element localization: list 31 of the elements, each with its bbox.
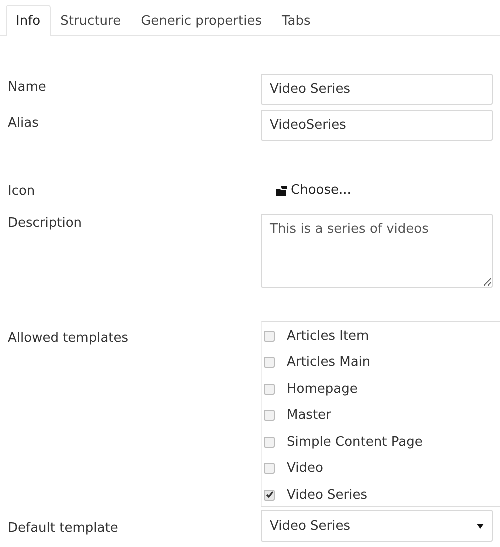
checkbox[interactable] [264,384,275,395]
folder-icon [276,186,287,196]
field-label: Icon [7,183,36,199]
field-label: Allowed templates [7,330,130,346]
field-label: Default template [7,520,120,536]
choose-icon-button[interactable]: Choose... [261,181,352,198]
template-label: Articles Item [287,328,370,344]
field-label: Name [7,79,48,95]
field-label: Alias [7,115,40,131]
description-textarea[interactable]: This is a series of videos [261,214,493,288]
template-label: Video Series [287,488,368,503]
template-label: Master [287,408,332,424]
template-label: Video [287,461,324,476]
tab[interactable]: Generic properties [131,5,272,36]
tab[interactable]: Tabs [272,5,321,36]
tab[interactable]: Info [6,5,51,36]
template-label: Homepage [287,382,358,397]
checkbox[interactable] [264,463,275,474]
checkbox[interactable] [264,436,275,448]
checkbox[interactable] [264,410,275,422]
template-label: Articles Main [287,355,371,370]
default-template-select[interactable]: Video Series [261,510,493,542]
field-label: Description [7,215,84,231]
checkbox[interactable] [264,330,275,342]
checkbox[interactable] [264,490,275,501]
name-input[interactable]: Video Series [261,74,493,105]
alias-input[interactable]: VideoSeries [261,110,493,141]
caret-icon [477,524,484,528]
tab[interactable]: Structure [50,5,132,36]
template-label: Simple Content Page [287,434,423,450]
checkbox[interactable] [264,357,275,368]
